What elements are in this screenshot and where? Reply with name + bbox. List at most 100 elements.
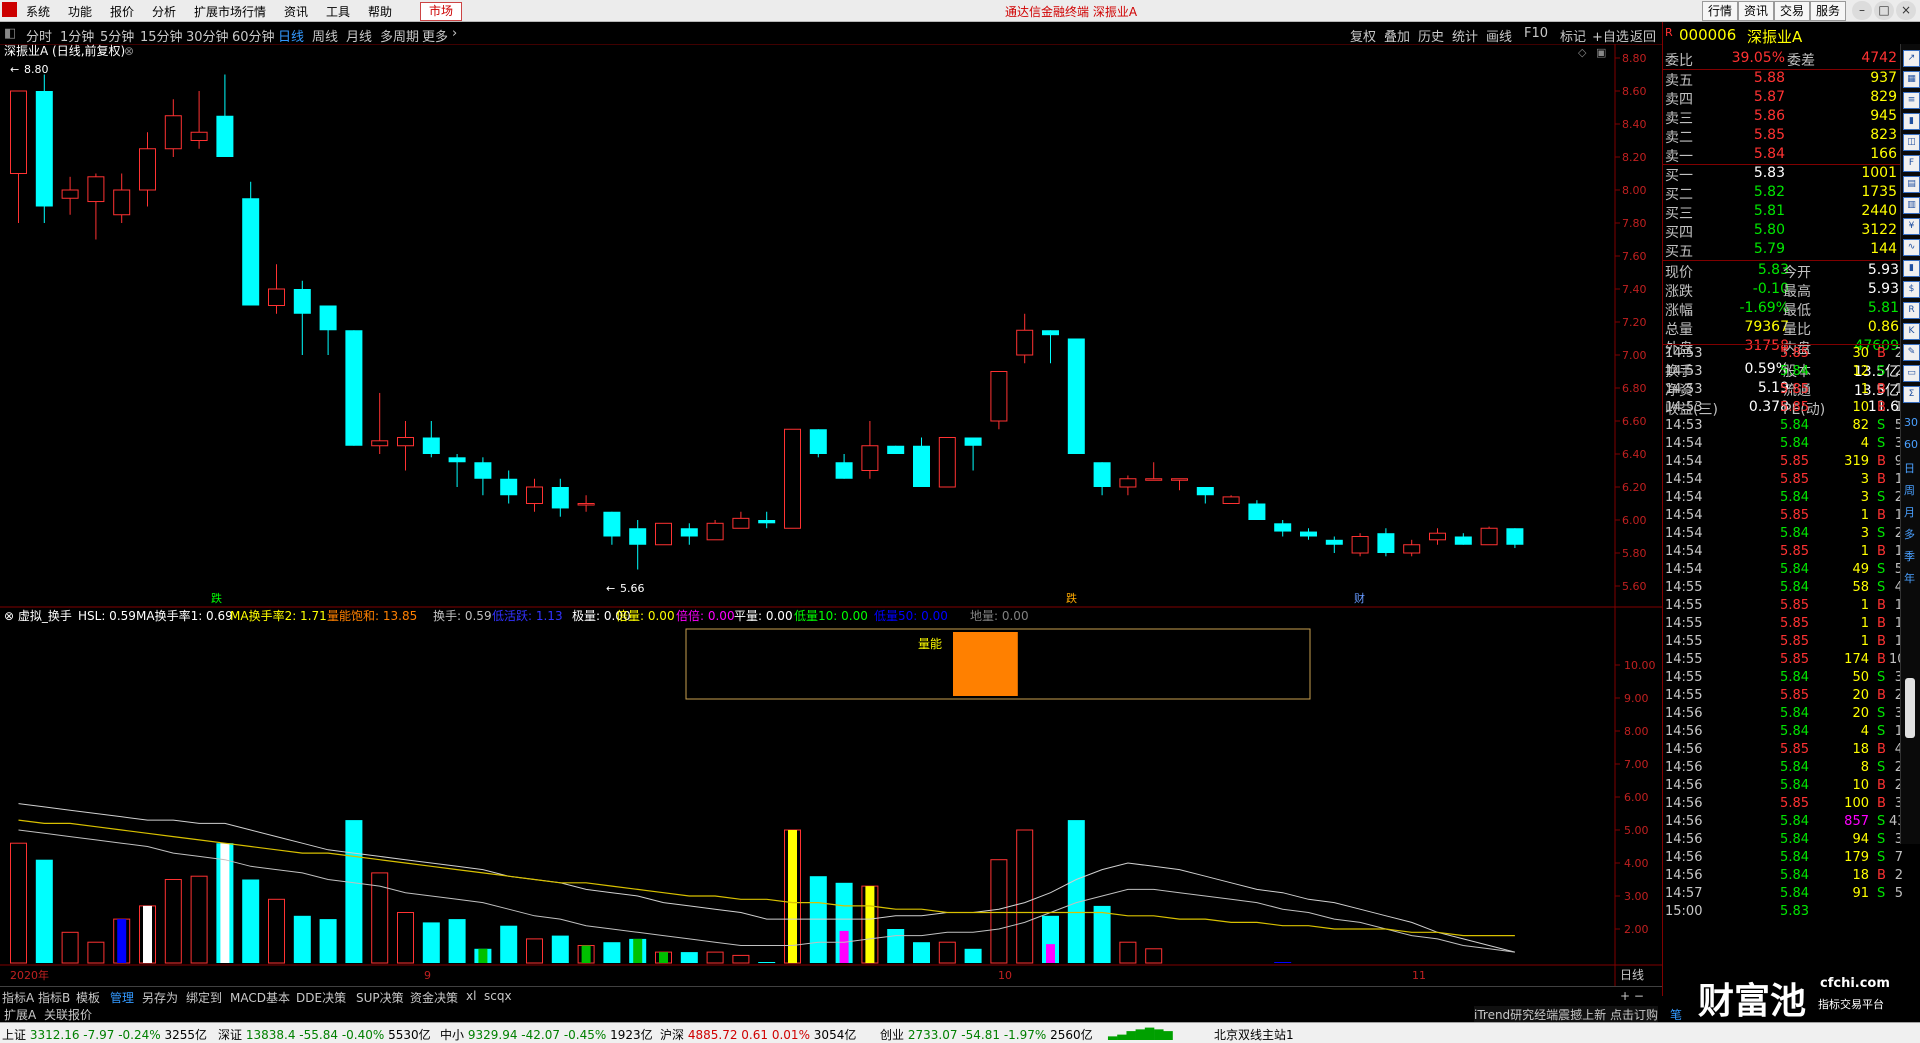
order-book-row[interactable]: 卖五 5.88 937: [1663, 70, 1899, 89]
turnover-bar[interactable]: [551, 935, 569, 963]
period-shortcut[interactable]: 30: [1904, 416, 1918, 429]
candle[interactable]: [1454, 533, 1472, 545]
quote-button[interactable]: 行情: [1702, 1, 1738, 21]
order-book-row[interactable]: 买一 5.83 1001: [1663, 165, 1899, 184]
index-quote[interactable]: 沪深 4885.72 0.61 0.01% 3054亿: [660, 1026, 856, 1043]
period-tab-daily[interactable]: 日线: [278, 26, 304, 45]
candle[interactable]: [551, 478, 569, 517]
order-book-row[interactable]: 买四 5.80 3122: [1663, 222, 1899, 241]
capital-icon[interactable]: $: [1903, 281, 1920, 298]
period-shortcut[interactable]: 60: [1904, 438, 1918, 451]
volume-icon[interactable]: ▮: [1903, 260, 1920, 277]
tool-back[interactable]: 返回: [1630, 26, 1656, 45]
period-tab-5min[interactable]: 5分钟: [100, 26, 134, 45]
list-icon[interactable]: ≡: [1903, 92, 1920, 109]
candle[interactable]: [809, 429, 827, 458]
candle[interactable]: [35, 74, 53, 224]
turnover-bar[interactable]: [758, 962, 776, 963]
candle[interactable]: [732, 511, 750, 529]
period-tab-15min[interactable]: 15分钟: [140, 26, 183, 45]
candle[interactable]: [1506, 528, 1524, 549]
market-button[interactable]: 市场: [420, 2, 462, 21]
ext-tab-a[interactable]: 扩展A: [4, 1006, 36, 1023]
menu-item-system[interactable]: 系统: [26, 3, 50, 20]
candle[interactable]: [1377, 528, 1395, 557]
related-quote-tab[interactable]: 关联报价: [44, 1006, 92, 1023]
candle[interactable]: [1248, 500, 1266, 520]
candle[interactable]: [242, 181, 260, 306]
period-shortcut[interactable]: 多: [1904, 526, 1915, 542]
candle[interactable]: [1351, 533, 1369, 557]
candle[interactable]: [1300, 528, 1317, 540]
turnover-bar[interactable]: [1119, 941, 1137, 964]
period-tab-more[interactable]: 更多: [422, 26, 448, 45]
turnover-bar[interactable]: [293, 915, 311, 963]
candle[interactable]: [216, 74, 234, 158]
window-icon[interactable]: ▣: [1596, 46, 1606, 59]
orders-icon[interactable]: ▥: [1903, 197, 1920, 214]
event-marker-2[interactable]: 跌: [1066, 591, 1077, 605]
kline-icon[interactable]: ◫: [1903, 134, 1920, 151]
candle[interactable]: [139, 132, 156, 207]
pencil-icon[interactable]: ✎: [1903, 344, 1920, 361]
turnover-bar[interactable]: [706, 951, 724, 964]
candle[interactable]: [319, 305, 337, 356]
candle[interactable]: [293, 280, 311, 355]
tool-fuquan[interactable]: 复权: [1350, 26, 1376, 45]
info-button[interactable]: 资讯: [1738, 1, 1774, 21]
menu-item-help[interactable]: 帮助: [368, 3, 392, 20]
period-tab-1min[interactable]: 1分钟: [60, 26, 94, 45]
side-scrollbar[interactable]: [1905, 678, 1915, 738]
service-button[interactable]: 服务: [1810, 1, 1846, 21]
tool-stats[interactable]: 统计: [1452, 26, 1478, 45]
period-tab-weekly[interactable]: 周线: [312, 26, 338, 45]
candle[interactable]: [680, 523, 698, 545]
turnover-bar[interactable]: [1093, 905, 1111, 963]
turnover-bar[interactable]: [1067, 820, 1085, 963]
flow-icon[interactable]: ∿: [1903, 239, 1920, 256]
candle[interactable]: [1222, 495, 1240, 504]
menu-item-ext-market[interactable]: 扩展市场行情: [194, 3, 266, 20]
candle[interactable]: [784, 428, 801, 529]
bars-icon[interactable]: ▮: [1903, 113, 1920, 130]
candle[interactable]: [913, 437, 930, 488]
turnover-bar[interactable]: [603, 942, 621, 963]
period-tab-multi[interactable]: 多周期: [380, 26, 419, 45]
candle[interactable]: [1119, 475, 1137, 496]
turnover-bar[interactable]: [990, 859, 1008, 964]
turnover-bar[interactable]: [1145, 948, 1163, 964]
menu-item-function[interactable]: 功能: [68, 3, 92, 20]
order-book-row[interactable]: 卖二 5.85 823: [1663, 127, 1899, 146]
candle[interactable]: [397, 421, 414, 471]
menu-item-tools[interactable]: 工具: [326, 3, 350, 20]
turnover-bar[interactable]: [87, 941, 105, 964]
turnover-bar[interactable]: [10, 842, 27, 964]
period-shortcut[interactable]: 周: [1904, 482, 1915, 498]
order-book-row[interactable]: 买二 5.82 1735: [1663, 184, 1899, 203]
candle[interactable]: [938, 437, 956, 488]
menu-item-news[interactable]: 资讯: [284, 3, 308, 20]
candle[interactable]: [1480, 526, 1498, 546]
candle[interactable]: [1196, 487, 1214, 504]
news-icon[interactable]: ▤: [1903, 176, 1920, 193]
candle[interactable]: [500, 470, 518, 504]
turnover-bar[interactable]: [1274, 962, 1292, 963]
turnover-bar[interactable]: [164, 879, 182, 964]
turnover-bar[interactable]: [242, 879, 260, 964]
candle[interactable]: [1403, 539, 1421, 557]
candle[interactable]: [887, 445, 905, 454]
tool-mark[interactable]: 标记: [1560, 26, 1586, 45]
candle[interactable]: [474, 457, 492, 496]
period-tab-monthly[interactable]: 月线: [346, 26, 372, 45]
candle[interactable]: [577, 495, 595, 512]
turnover-bar[interactable]: [448, 919, 466, 963]
candle[interactable]: [1093, 462, 1111, 496]
candle[interactable]: [190, 91, 208, 149]
candle[interactable]: [1042, 330, 1059, 364]
diamond-icon[interactable]: ◇: [1578, 46, 1587, 59]
turnover-bar[interactable]: [526, 938, 543, 964]
turnover-bar[interactable]: [913, 942, 930, 963]
sum-icon[interactable]: Σ: [1903, 386, 1920, 403]
tool-add-watchlist[interactable]: +自选: [1592, 26, 1629, 45]
rsi-icon[interactable]: R: [1903, 302, 1920, 319]
